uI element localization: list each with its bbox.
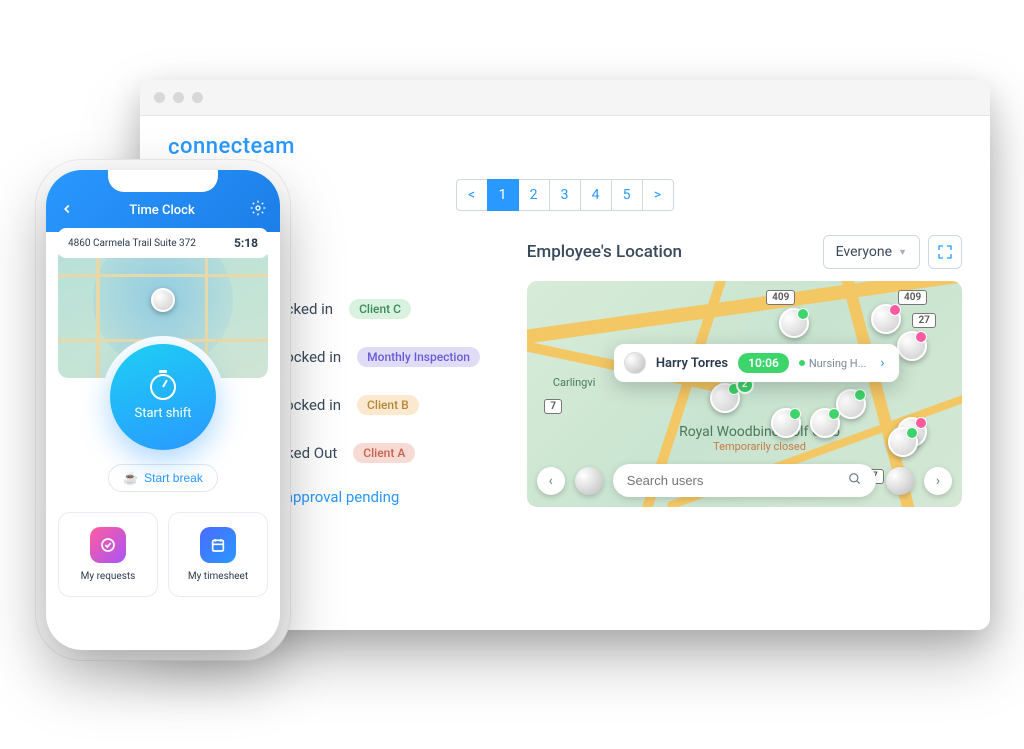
browser-chrome-header	[140, 80, 990, 116]
chevron-right-icon[interactable]: ›	[876, 355, 888, 371]
route-shield: 27	[912, 313, 935, 328]
card-label: My timesheet	[177, 571, 259, 582]
popup-location: Nursing H...	[799, 357, 867, 370]
employee-pin[interactable]	[871, 304, 901, 334]
window-dot-close[interactable]	[154, 92, 165, 103]
expand-icon	[937, 244, 953, 260]
popup-time-badge: 10:06	[738, 353, 789, 373]
activity-tag: Monthly Inspection	[357, 347, 480, 367]
activity-tag: Client B	[357, 395, 419, 415]
address-text: 4860 Carmela Trail Suite 372	[68, 238, 196, 249]
location-title: Employee's Location	[527, 242, 682, 262]
search-input[interactable]	[627, 473, 840, 488]
map-prev-button[interactable]: ‹	[537, 467, 565, 495]
coffee-icon: ☕	[123, 471, 138, 485]
my-requests-card[interactable]: My requests	[58, 512, 158, 597]
route-shield: 7	[544, 399, 562, 414]
avatar[interactable]	[886, 467, 914, 495]
card-label: My requests	[67, 571, 149, 582]
chevron-left-icon	[60, 202, 74, 216]
start-shift-button[interactable]: Start shift	[110, 344, 216, 450]
page-3[interactable]: 3	[549, 179, 581, 211]
user-location-pin	[151, 288, 175, 312]
search-users-pill[interactable]	[613, 464, 876, 497]
employee-pin[interactable]	[897, 331, 927, 361]
employee-pin[interactable]	[888, 427, 918, 457]
popup-name: Harry Torres	[656, 356, 728, 371]
avatar[interactable]	[575, 467, 603, 495]
requests-icon	[90, 527, 126, 563]
employee-pin[interactable]	[771, 408, 801, 438]
pending-link[interactable]: 20 approval pending	[264, 488, 399, 506]
settings-button[interactable]	[250, 200, 266, 220]
map-next-button[interactable]: ›	[924, 467, 952, 495]
poi-status: Temporarily closed	[679, 440, 840, 453]
break-label: Start break	[144, 471, 203, 485]
route-shield: 409	[766, 290, 795, 305]
start-shift-label: Start shift	[134, 406, 191, 421]
filter-everyone-dropdown[interactable]: Everyone ▼	[823, 235, 920, 269]
expand-map-button[interactable]	[928, 235, 962, 269]
phone-screen-title: Time Clock	[129, 203, 195, 218]
start-break-button[interactable]: ☕ Start break	[108, 464, 218, 492]
window-dot-min[interactable]	[173, 92, 184, 103]
page-prev[interactable]: <	[456, 179, 488, 211]
employee-pin[interactable]	[810, 408, 840, 438]
page-next[interactable]: >	[642, 179, 674, 211]
employee-pin[interactable]	[836, 389, 866, 419]
address-time: 5:18	[234, 236, 258, 250]
page-2[interactable]: 2	[518, 179, 550, 211]
chevron-down-icon: ▼	[898, 247, 907, 258]
filter-label: Everyone	[836, 244, 892, 260]
phone-mockup: Time Clock 4860 Carmela Trail Suite 372 …	[46, 170, 280, 650]
employee-location-panel: Employee's Location Everyone ▼	[527, 235, 962, 507]
employee-pin[interactable]	[710, 383, 740, 413]
map-footer: ‹ ›	[537, 464, 952, 497]
avatar	[624, 352, 646, 374]
route-shield: 409	[898, 290, 927, 305]
window-dot-max[interactable]	[192, 92, 203, 103]
search-icon	[848, 471, 862, 490]
my-timesheet-card[interactable]: My timesheet	[168, 512, 268, 597]
timesheet-icon	[200, 527, 236, 563]
page-5[interactable]: 5	[611, 179, 643, 211]
employee-popup[interactable]: Harry Torres 10:06 Nursing H... ›	[614, 344, 899, 382]
activity-tag: Client C	[349, 299, 411, 319]
address-pill[interactable]: 4860 Carmela Trail Suite 372 5:18	[58, 228, 268, 258]
back-button[interactable]	[60, 201, 74, 220]
activity-tag: Client A	[353, 443, 415, 463]
page-1[interactable]: 1	[487, 179, 519, 211]
stopwatch-icon	[150, 374, 176, 400]
map-area-label: Carlingvi	[553, 376, 595, 389]
pagination: < 1 2 3 4 5 >	[168, 179, 962, 211]
brand-logo: onnecteam	[168, 134, 962, 159]
employee-map[interactable]: 409 409 27 7 427 Royal Woodbine Golf Clu…	[527, 281, 962, 507]
phone-notch	[108, 170, 218, 192]
page-4[interactable]: 4	[580, 179, 612, 211]
employee-pin[interactable]	[779, 308, 809, 338]
gear-icon	[250, 200, 266, 216]
